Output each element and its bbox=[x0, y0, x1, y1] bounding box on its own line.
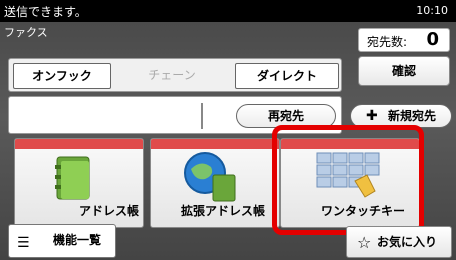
plus-icon: ✚ bbox=[366, 108, 378, 124]
resend-label: 再宛先 bbox=[267, 109, 304, 123]
tab-chain-label: チェーン bbox=[148, 68, 196, 82]
function-menu-button[interactable]: ☰ 機能一覧 bbox=[8, 224, 116, 258]
list-icon: ☰ bbox=[17, 235, 30, 251]
confirm-button[interactable]: 確認 bbox=[358, 56, 450, 86]
new-destination-label: 新規宛先 bbox=[387, 109, 436, 123]
selection-highlight bbox=[272, 125, 424, 235]
favorites-button[interactable]: ☆ お気に入り bbox=[346, 226, 452, 258]
tile-address-book-label: アドレス帳 bbox=[78, 204, 139, 218]
star-icon: ☆ bbox=[357, 233, 372, 252]
dial-mode-tabs: オンフック チェーン ダイレクト bbox=[8, 58, 342, 92]
globe-icon bbox=[184, 152, 236, 202]
tab-direct-label: ダイレクト bbox=[256, 69, 317, 83]
function-menu-label: 機能一覧 bbox=[53, 233, 102, 247]
tab-onhook-label: オンフック bbox=[32, 69, 92, 83]
tab-chain[interactable]: チェーン bbox=[123, 63, 221, 89]
destination-count-value: 0 bbox=[426, 29, 439, 50]
destination-count: 宛先数: 0 bbox=[358, 28, 450, 52]
screen-title: ファクス bbox=[4, 26, 48, 39]
status-message: 送信できます。 bbox=[4, 5, 87, 19]
tile-accent-bar bbox=[151, 139, 279, 149]
tile-address-book[interactable]: アドレス帳 bbox=[14, 138, 144, 228]
cursor-separator bbox=[201, 103, 203, 129]
address-book-icon bbox=[55, 156, 90, 200]
tab-onhook[interactable]: オンフック bbox=[13, 63, 111, 89]
tile-extended-address-book-label: 拡張アドレス帳 bbox=[181, 204, 266, 218]
confirm-label: 確認 bbox=[391, 64, 416, 78]
status-bar: 送信できます。 10:10 bbox=[0, 0, 456, 22]
clock: 10:10 bbox=[416, 4, 448, 17]
tab-direct[interactable]: ダイレクト bbox=[235, 63, 339, 89]
destination-count-label: 宛先数: bbox=[367, 35, 408, 49]
favorites-label: お気に入り bbox=[377, 235, 438, 249]
tile-accent-bar bbox=[15, 139, 143, 149]
tile-extended-address-book[interactable]: 拡張アドレス帳 bbox=[150, 138, 280, 228]
